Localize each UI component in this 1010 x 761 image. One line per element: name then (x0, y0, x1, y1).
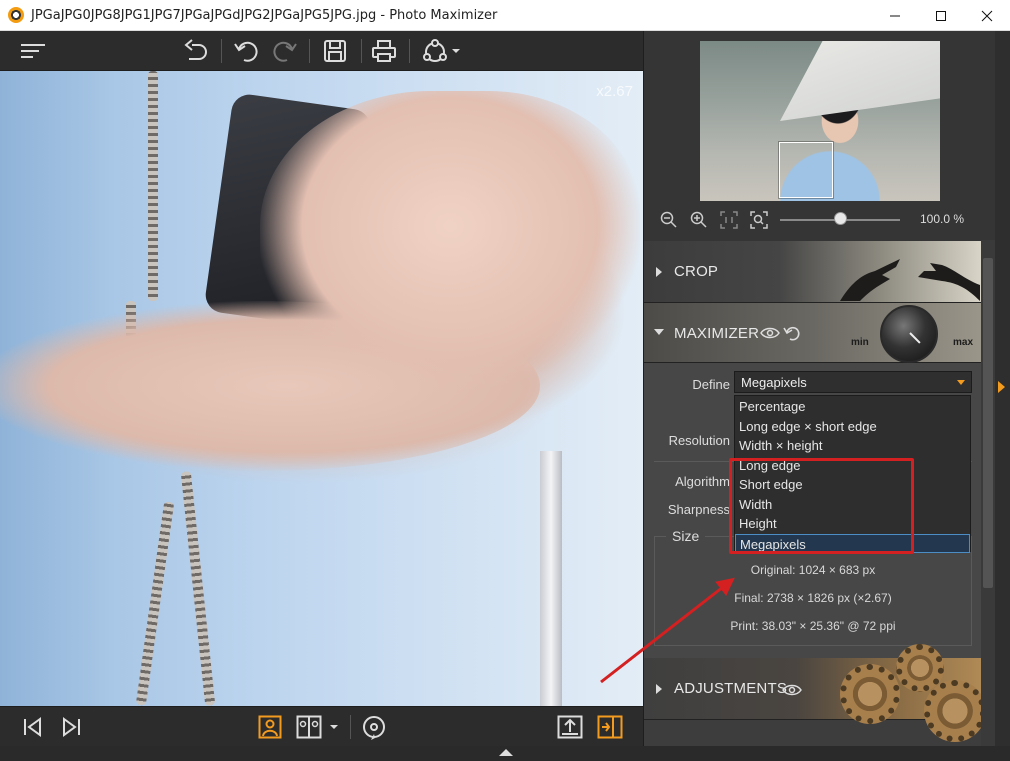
menu-icon (21, 44, 45, 58)
actual-size-button[interactable] (718, 209, 740, 231)
expand-panel-icon[interactable] (998, 381, 1005, 393)
maximizer-section-header[interactable]: MAXIMIZER min max (644, 303, 982, 363)
collapse-bottom-icon[interactable] (499, 749, 513, 756)
size-title: Size (666, 528, 706, 544)
navigator-selection-box[interactable] (779, 142, 833, 198)
define-option[interactable]: Short edge (735, 475, 970, 495)
previous-image-icon (24, 717, 41, 737)
define-select[interactable]: Megapixels (734, 371, 972, 393)
zoom-in-icon (690, 211, 707, 228)
split-view-button[interactable] (596, 713, 624, 741)
sharpness-label: Sharpness (667, 502, 730, 517)
share-button[interactable] (420, 37, 462, 65)
compare-view-button[interactable] (295, 713, 323, 741)
undo-all-icon (184, 39, 207, 60)
canvas-zoom-factor: x2.67 (596, 83, 633, 100)
crop-hands-illustration (840, 259, 980, 301)
title-bar: JPGaJPG0JPG8JPG1JPG7JPGaJPGdJPG2JPGaJPG5… (0, 0, 1010, 31)
fit-screen-icon (750, 211, 768, 229)
export-button[interactable] (556, 713, 584, 741)
compare-view-icon (296, 715, 322, 739)
undo-all-button[interactable] (181, 37, 211, 65)
undo-button[interactable] (231, 37, 261, 65)
view-mode-dropdown-icon (330, 725, 338, 729)
undo-icon (234, 41, 258, 62)
minimize-icon (890, 15, 900, 16)
minimize-button[interactable] (872, 0, 918, 31)
define-label: Define (692, 377, 730, 392)
maximizer-title: MAXIMIZER (674, 325, 760, 342)
fit-screen-button[interactable] (748, 209, 770, 231)
gear-illustration (924, 680, 986, 742)
crop-section-header[interactable]: CROP (644, 241, 982, 303)
knob-min-label: min (851, 337, 869, 348)
crop-title: CROP (674, 263, 719, 280)
define-option[interactable]: Long edge × short edge (735, 417, 970, 437)
zoom-percent: 100.0 % (920, 212, 965, 226)
right-panel: 100.0 % CROP MAXIMIZER min max Define Me… (643, 31, 995, 746)
zoom-out-button[interactable] (658, 209, 680, 231)
app-logo-icon (8, 7, 24, 23)
expand-arrow-icon (656, 267, 662, 277)
share-icon (423, 39, 460, 62)
define-option[interactable]: Width (735, 495, 970, 515)
next-image-icon (63, 717, 80, 737)
previous-image-button[interactable] (19, 713, 47, 741)
close-icon (981, 10, 993, 21)
resolution-label: Resolution (668, 433, 730, 448)
save-button[interactable] (320, 37, 350, 65)
rotate-button[interactable] (360, 713, 388, 741)
single-view-button[interactable] (256, 713, 284, 741)
menu-button[interactable] (18, 37, 48, 65)
expand-arrow-icon (656, 684, 662, 694)
define-option[interactable]: Height (735, 514, 970, 534)
algorithm-label: Algorithm (675, 474, 730, 489)
main-toolbar (0, 31, 643, 71)
print-icon (372, 40, 396, 62)
print-button[interactable] (369, 37, 399, 65)
close-button[interactable] (964, 0, 1010, 31)
export-icon (557, 715, 583, 739)
redo-button[interactable] (270, 37, 300, 65)
panel-scroll-thumb[interactable] (983, 258, 993, 588)
maximize-button[interactable] (918, 0, 964, 31)
single-view-icon (258, 715, 282, 739)
original-size: Original: 1024 × 683 px (750, 563, 876, 577)
preview-eye-icon[interactable] (782, 682, 802, 698)
maximizer-knob[interactable] (880, 305, 938, 363)
collapse-arrow-icon (654, 329, 664, 335)
zoom-in-button[interactable] (688, 209, 710, 231)
gear-illustration (840, 664, 900, 724)
redo-icon (273, 41, 297, 62)
maximize-icon (936, 10, 946, 21)
save-icon (324, 40, 346, 62)
final-size: Final: 2738 × 1826 px (×2.67) (734, 591, 892, 605)
window-title: JPGaJPG0JPG8JPG1JPG7JPGaJPGdJPG2JPGaJPG5… (31, 7, 498, 23)
print-size: Print: 38.03" × 25.36" @ 72 ppi (730, 619, 896, 633)
rotate-icon (363, 716, 385, 740)
define-select-value: Megapixels (741, 375, 807, 390)
zoom-out-icon (660, 211, 677, 228)
view-mode-dropdown[interactable] (326, 713, 342, 741)
reset-icon[interactable] (783, 324, 801, 342)
bottom-toolbar (0, 706, 643, 746)
chevron-down-icon (957, 380, 965, 385)
preview-eye-icon[interactable] (760, 325, 780, 341)
adjustments-section-header[interactable]: ADJUSTMENTS (644, 644, 986, 742)
define-option[interactable]: Megapixels (735, 533, 970, 553)
define-dropdown-list: Percentage Long edge × short edge Width × … (734, 395, 971, 553)
define-option[interactable]: Percentage (735, 397, 970, 417)
navigator-thumbnail[interactable] (700, 41, 940, 201)
adjustments-title: ADJUSTMENTS (674, 680, 788, 697)
navigator: 100.0 % (644, 31, 995, 241)
knob-max-label: max (953, 337, 974, 348)
image-canvas[interactable]: x2.67 (0, 71, 643, 706)
next-image-button[interactable] (57, 713, 85, 741)
actual-size-icon (720, 211, 738, 229)
split-view-icon (597, 715, 623, 739)
define-option[interactable]: Width × height (735, 436, 970, 456)
zoom-slider-handle[interactable] (834, 212, 847, 225)
define-option[interactable]: Long edge (735, 456, 970, 476)
